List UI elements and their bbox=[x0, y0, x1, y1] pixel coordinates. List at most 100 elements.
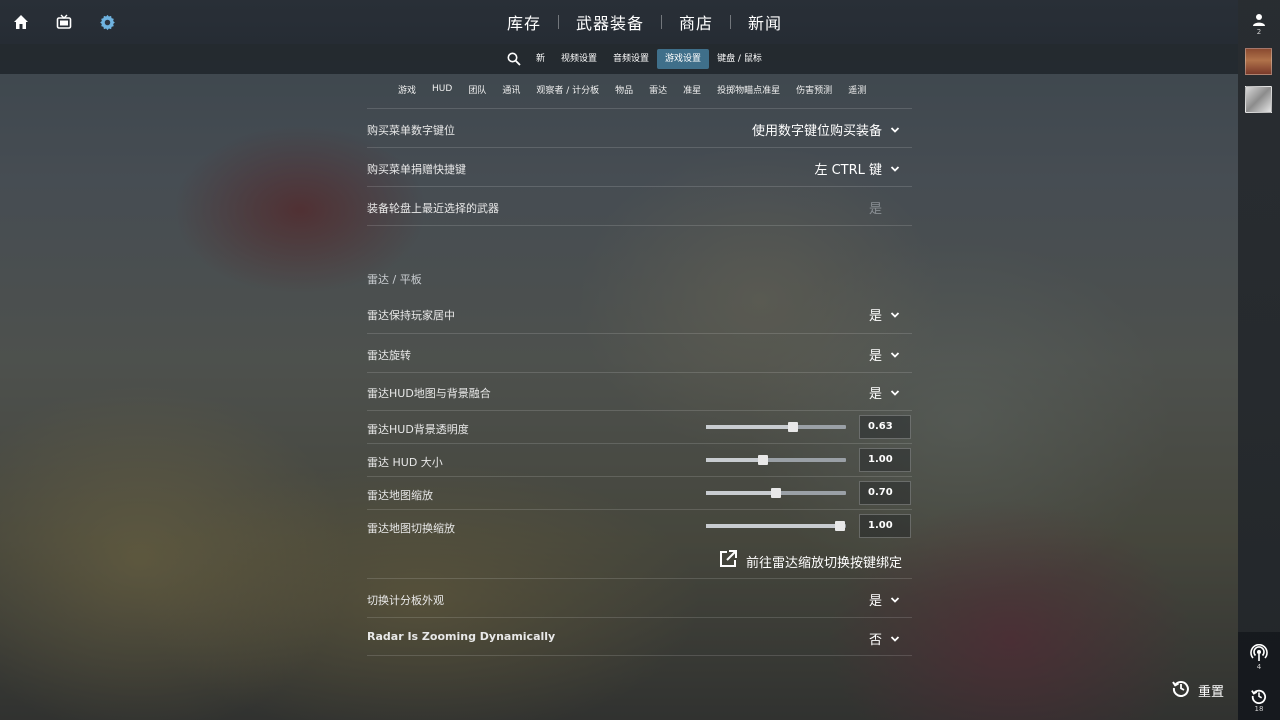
setting-row-radar-rotate[interactable]: 雷达旋转 是 bbox=[367, 333, 912, 372]
setting-row-buy-menu-donate-key[interactable]: 购买菜单捐赠快捷键 左 CTRL 键 bbox=[367, 147, 912, 186]
tab-new[interactable]: 新 bbox=[528, 49, 553, 69]
subtab-items[interactable]: 物品 bbox=[607, 83, 641, 96]
slider-value-input[interactable]: 1.00 bbox=[859, 514, 911, 538]
reset-button[interactable]: 重置 bbox=[1172, 679, 1224, 701]
friends-button[interactable]: 2 bbox=[1238, 13, 1280, 36]
slider-thumb[interactable] bbox=[835, 521, 845, 531]
history-icon bbox=[1251, 689, 1267, 704]
setting-row-radar-toggle-zoom: 雷达地图切换缩放 1.00 bbox=[367, 509, 912, 542]
history-button[interactable]: 18 bbox=[1238, 688, 1280, 713]
tab-video-settings[interactable]: 视频设置 bbox=[553, 49, 605, 69]
nav-store[interactable]: 商店 bbox=[662, 10, 730, 34]
setting-dropdown[interactable]: 是 bbox=[869, 305, 900, 324]
setting-label: Radar Is Zooming Dynamically bbox=[367, 630, 556, 643]
slider[interactable] bbox=[706, 488, 846, 498]
avatar[interactable] bbox=[1245, 86, 1272, 113]
slider-value-input[interactable]: 1.00 bbox=[859, 448, 911, 472]
slider-fill bbox=[706, 491, 776, 495]
setting-value: 是 bbox=[868, 594, 882, 609]
tab-audio-settings[interactable]: 音频设置 bbox=[605, 49, 657, 69]
setting-value: 是 bbox=[868, 349, 882, 364]
setting-row-radar-blend[interactable]: 雷达HUD地图与背景融合 是 bbox=[367, 372, 912, 410]
radar-zoom-keybind-link[interactable]: 前往雷达缩放切换按键绑定 bbox=[718, 549, 902, 573]
setting-label: 雷达HUD地图与背景融合 bbox=[367, 387, 491, 400]
slider[interactable] bbox=[706, 455, 846, 465]
settings-gear-icon[interactable] bbox=[97, 12, 117, 32]
subtab-hud[interactable]: HUD bbox=[424, 84, 460, 94]
setting-label: 雷达旋转 bbox=[367, 349, 411, 362]
setting-row-scoreboard-toggle[interactable]: 切换计分板外观 是 bbox=[367, 578, 912, 617]
setting-dropdown[interactable]: 否 bbox=[869, 629, 900, 648]
subtab-telemetry[interactable]: 遥测 bbox=[840, 83, 874, 96]
reset-label: 重置 bbox=[1198, 684, 1225, 700]
setting-row-radar-center-player[interactable]: 雷达保持玩家居中 是 bbox=[367, 294, 912, 333]
setting-label: 雷达保持玩家居中 bbox=[367, 309, 455, 322]
slider-thumb[interactable] bbox=[758, 455, 768, 465]
setting-label: 雷达 HUD 大小 bbox=[367, 456, 443, 469]
tv-icon[interactable] bbox=[54, 12, 74, 32]
tab-keyboard-mouse[interactable]: 键盘 / 鼠标 bbox=[709, 49, 770, 69]
person-icon bbox=[1253, 14, 1265, 26]
slider-fill bbox=[706, 458, 763, 462]
chevron-down-icon bbox=[890, 125, 900, 135]
slider-fill bbox=[706, 524, 840, 528]
right-rail: 2 4 18 bbox=[1238, 0, 1280, 720]
home-icon[interactable] bbox=[11, 12, 31, 32]
subtab-spectator-scoreboard[interactable]: 观察者 / 计分板 bbox=[528, 83, 607, 96]
slider-thumb[interactable] bbox=[788, 422, 798, 432]
chevron-down-icon bbox=[890, 388, 900, 398]
chevron-down-icon bbox=[890, 310, 900, 320]
nav-loadout[interactable]: 武器装备 bbox=[559, 10, 661, 34]
setting-row-radar-hud-size: 雷达 HUD 大小 1.00 bbox=[367, 443, 912, 476]
setting-value: 左 CTRL 键 bbox=[814, 163, 882, 178]
setting-label: 雷达地图缩放 bbox=[367, 489, 433, 502]
subtab-damage-prediction[interactable]: 伤害预测 bbox=[788, 83, 840, 96]
nav-inventory[interactable]: 库存 bbox=[490, 10, 558, 34]
top-bar: 库存 武器装备 商店 新闻 bbox=[0, 0, 1238, 44]
setting-dropdown[interactable]: 是 bbox=[869, 590, 900, 609]
chevron-down-icon bbox=[890, 634, 900, 644]
setting-row-wheel-recent-weapon: 装备轮盘上最近选择的武器 是 bbox=[367, 186, 912, 225]
settings-tab-bar: 新 视频设置 音频设置 游戏设置 键盘 / 鼠标 bbox=[0, 44, 1238, 74]
setting-value: 是 bbox=[868, 387, 882, 402]
external-link-icon bbox=[718, 549, 738, 573]
subtab-radar[interactable]: 雷达 bbox=[641, 83, 675, 96]
friends-count: 2 bbox=[1256, 28, 1262, 36]
subtab-game[interactable]: 游戏 bbox=[390, 83, 424, 96]
slider-value-input[interactable]: 0.70 bbox=[859, 481, 911, 505]
history-reset-icon bbox=[1172, 679, 1190, 701]
nav-news[interactable]: 新闻 bbox=[731, 10, 799, 34]
subtab-grenade-crosshair[interactable]: 投掷物瞄点准星 bbox=[709, 83, 788, 96]
setting-row-radar-zoom-dynamic[interactable]: Radar Is Zooming Dynamically 否 bbox=[367, 617, 912, 656]
history-count: 18 bbox=[1254, 705, 1264, 713]
slider-thumb[interactable] bbox=[771, 488, 781, 498]
broadcast-button[interactable]: 4 bbox=[1238, 644, 1280, 671]
subtab-team[interactable]: 团队 bbox=[460, 83, 494, 96]
divider bbox=[367, 225, 912, 226]
setting-label: 购买菜单数字键位 bbox=[367, 124, 455, 137]
slider-value-input[interactable]: 0.63 bbox=[859, 415, 911, 439]
setting-label: 雷达HUD背景透明度 bbox=[367, 423, 469, 436]
slider[interactable] bbox=[706, 422, 846, 432]
setting-dropdown[interactable]: 使用数字键位购买装备 bbox=[752, 120, 900, 139]
game-settings-subtabs: 游戏 HUD 团队 通讯 观察者 / 计分板 物品 雷达 准星 投掷物瞄点准星 … bbox=[390, 82, 874, 96]
setting-value: 是 bbox=[868, 309, 882, 324]
chevron-down-icon bbox=[890, 164, 900, 174]
setting-value: 使用数字键位购买装备 bbox=[751, 124, 882, 139]
setting-label: 购买菜单捐赠快捷键 bbox=[367, 163, 466, 176]
rail-bottom-panel: 4 18 bbox=[1238, 632, 1280, 720]
main-nav: 库存 武器装备 商店 新闻 bbox=[490, 0, 799, 44]
setting-value: 否 bbox=[868, 633, 882, 648]
section-title-radar: 雷达 / 平板 bbox=[367, 273, 422, 286]
setting-row-radar-map-zoom: 雷达地图缩放 0.70 bbox=[367, 476, 912, 509]
avatar[interactable] bbox=[1245, 48, 1272, 75]
search-icon[interactable] bbox=[500, 52, 528, 66]
setting-dropdown[interactable]: 是 bbox=[869, 345, 900, 364]
setting-dropdown[interactable]: 左 CTRL 键 bbox=[814, 159, 900, 178]
subtab-crosshair[interactable]: 准星 bbox=[675, 83, 709, 96]
tab-game-settings[interactable]: 游戏设置 bbox=[657, 49, 710, 69]
slider[interactable] bbox=[706, 521, 846, 531]
setting-row-buy-menu-number-keys[interactable]: 购买菜单数字键位 使用数字键位购买装备 bbox=[367, 108, 912, 147]
subtab-communication[interactable]: 通讯 bbox=[494, 83, 528, 96]
setting-dropdown[interactable]: 是 bbox=[869, 383, 900, 402]
